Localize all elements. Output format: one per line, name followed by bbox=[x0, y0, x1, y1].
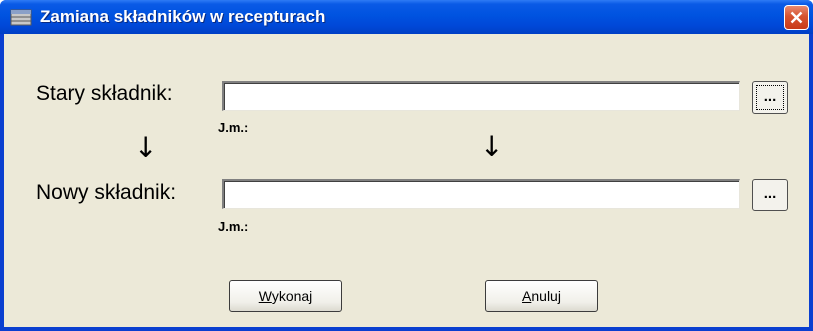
execute-label: ykonaj bbox=[271, 288, 313, 304]
cancel-accelerator: A bbox=[522, 288, 532, 304]
down-arrow-icon: ↓ bbox=[134, 131, 158, 164]
new-unit-label: J.m.: bbox=[218, 219, 249, 234]
old-ingredient-browse-button[interactable]: ... bbox=[752, 81, 788, 114]
down-arrow-icon: ↓ bbox=[480, 130, 504, 163]
close-button[interactable] bbox=[784, 5, 809, 30]
old-ingredient-label: Stary składnik: bbox=[36, 82, 173, 105]
dialog-body: Stary składnik: ... J.m.: ↓ ↓ Nowy skład… bbox=[4, 34, 809, 327]
browse-label: ... bbox=[763, 185, 777, 202]
old-ingredient-input[interactable] bbox=[222, 81, 740, 111]
cancel-button[interactable]: Anuluj bbox=[485, 280, 598, 312]
execute-accelerator: W bbox=[258, 288, 272, 304]
table-icon bbox=[10, 9, 32, 26]
title-bar[interactable]: Zamiana składników w recepturach bbox=[0, 0, 813, 34]
cancel-label: nuluj bbox=[531, 288, 561, 304]
dialog-window: Zamiana składników w recepturach Stary s… bbox=[0, 0, 813, 331]
old-unit-label: J.m.: bbox=[218, 120, 249, 135]
new-ingredient-input[interactable] bbox=[222, 179, 740, 209]
window-title: Zamiana składników w recepturach bbox=[40, 7, 326, 26]
new-ingredient-browse-button[interactable]: ... bbox=[752, 179, 788, 211]
focus-rectangle bbox=[756, 85, 784, 110]
close-icon bbox=[790, 11, 803, 24]
new-ingredient-label: Nowy składnik: bbox=[36, 181, 177, 204]
execute-button[interactable]: Wykonaj bbox=[229, 280, 342, 312]
